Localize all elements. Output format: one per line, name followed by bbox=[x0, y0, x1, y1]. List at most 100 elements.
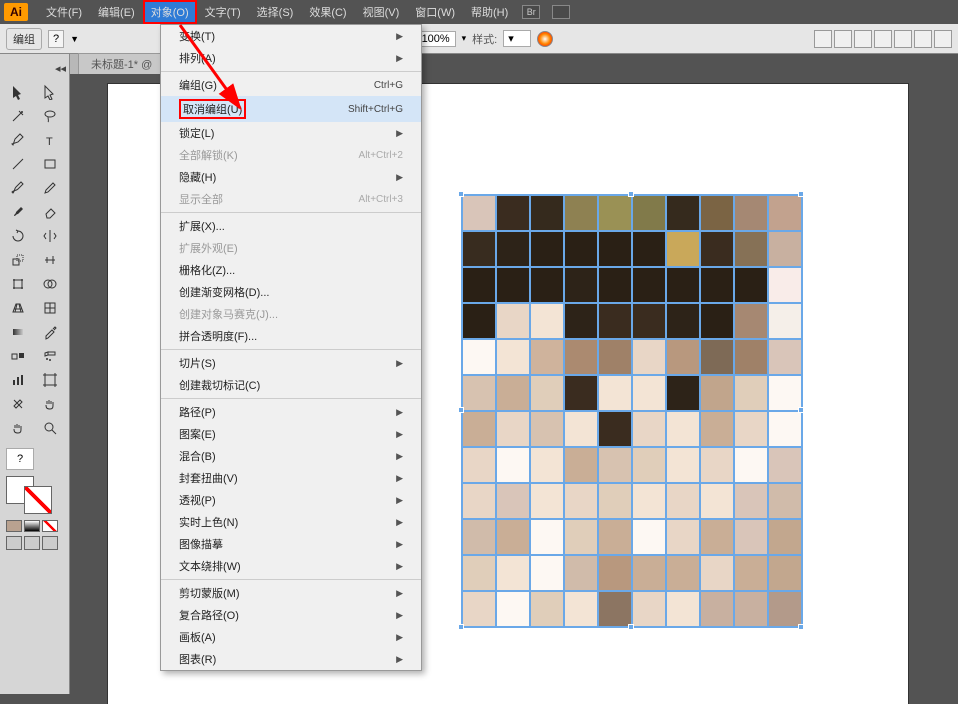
mosaic-cell[interactable] bbox=[564, 339, 598, 375]
rotate-tool[interactable] bbox=[2, 224, 34, 248]
mosaic-cell[interactable] bbox=[598, 555, 632, 591]
artboard-tool[interactable] bbox=[34, 368, 66, 392]
mosaic-cell[interactable] bbox=[734, 375, 768, 411]
mosaic-cell[interactable] bbox=[530, 231, 564, 267]
mosaic-cell[interactable] bbox=[666, 555, 700, 591]
reflect-tool[interactable] bbox=[34, 224, 66, 248]
mosaic-cell[interactable] bbox=[496, 195, 530, 231]
mosaic-cell[interactable] bbox=[666, 195, 700, 231]
mosaic-cell[interactable] bbox=[598, 195, 632, 231]
menu-编辑(E)[interactable]: 编辑(E) bbox=[90, 0, 143, 24]
slice-tool[interactable] bbox=[2, 392, 34, 416]
mosaic-cell[interactable] bbox=[768, 447, 802, 483]
mosaic-cell[interactable] bbox=[598, 231, 632, 267]
mosaic-cell[interactable] bbox=[496, 483, 530, 519]
mosaic-cell[interactable] bbox=[768, 339, 802, 375]
line-tool[interactable] bbox=[2, 152, 34, 176]
mosaic-cell[interactable] bbox=[530, 267, 564, 303]
mosaic-cell[interactable] bbox=[598, 303, 632, 339]
mosaic-cell[interactable] bbox=[666, 411, 700, 447]
none-mode-swatch[interactable] bbox=[42, 520, 58, 532]
mosaic-cell[interactable] bbox=[632, 411, 666, 447]
column-graph-tool[interactable] bbox=[2, 368, 34, 392]
magic-wand-tool[interactable] bbox=[2, 104, 34, 128]
selection-handle[interactable] bbox=[798, 624, 804, 630]
menu-item-透视(P)[interactable]: 透视(P)▶ bbox=[161, 489, 421, 511]
mosaic-cell[interactable] bbox=[700, 411, 734, 447]
full-screen-icon[interactable] bbox=[42, 536, 58, 550]
collapse-icon[interactable]: ◂◂ bbox=[2, 56, 67, 80]
menu-item-创建裁切标记(C)[interactable]: 创建裁切标记(C) bbox=[161, 374, 421, 396]
mosaic-cell[interactable] bbox=[462, 267, 496, 303]
mosaic-cell[interactable] bbox=[530, 375, 564, 411]
mosaic-cell[interactable] bbox=[734, 591, 768, 627]
zoom-tool[interactable] bbox=[34, 416, 66, 440]
menu-item-拼合透明度(F)...[interactable]: 拼合透明度(F)... bbox=[161, 325, 421, 347]
menu-item-取消编组(U)[interactable]: 取消编组(U)Shift+Ctrl+G bbox=[161, 96, 421, 122]
mosaic-cell[interactable] bbox=[734, 339, 768, 375]
mosaic-cell[interactable] bbox=[632, 519, 666, 555]
mosaic-cell[interactable] bbox=[632, 231, 666, 267]
menu-对象(O)[interactable]: 对象(O) bbox=[143, 0, 197, 24]
mosaic-cell[interactable] bbox=[564, 303, 598, 339]
menu-item-剪切蒙版(M)[interactable]: 剪切蒙版(M)▶ bbox=[161, 582, 421, 604]
mosaic-cell[interactable] bbox=[462, 375, 496, 411]
mosaic-cell[interactable] bbox=[564, 411, 598, 447]
mosaic-cell[interactable] bbox=[598, 483, 632, 519]
mosaic-cell[interactable] bbox=[496, 267, 530, 303]
mosaic-cell[interactable] bbox=[768, 375, 802, 411]
mosaic-cell[interactable] bbox=[666, 591, 700, 627]
menu-item-隐藏(H)[interactable]: 隐藏(H)▶ bbox=[161, 166, 421, 188]
mosaic-cell[interactable] bbox=[734, 555, 768, 591]
mosaic-cell[interactable] bbox=[564, 267, 598, 303]
mosaic-cell[interactable] bbox=[496, 231, 530, 267]
mosaic-cell[interactable] bbox=[734, 303, 768, 339]
align-right-icon[interactable] bbox=[854, 30, 872, 48]
menu-item-编组(G)[interactable]: 编组(G)Ctrl+G bbox=[161, 74, 421, 96]
mosaic-cell[interactable] bbox=[530, 303, 564, 339]
align-top-icon[interactable] bbox=[874, 30, 892, 48]
selection-tool[interactable] bbox=[2, 80, 34, 104]
mosaic-cell[interactable] bbox=[734, 267, 768, 303]
free-transform-tool[interactable] bbox=[2, 272, 34, 296]
mosaic-cell[interactable] bbox=[530, 339, 564, 375]
mosaic-cell[interactable] bbox=[632, 375, 666, 411]
rectangle-tool[interactable] bbox=[34, 152, 66, 176]
mosaic-cell[interactable] bbox=[496, 591, 530, 627]
mosaic-cell[interactable] bbox=[462, 411, 496, 447]
selection-handle[interactable] bbox=[798, 407, 804, 413]
mosaic-cell[interactable] bbox=[598, 591, 632, 627]
selection-handle[interactable] bbox=[798, 191, 804, 197]
menu-文件(F)[interactable]: 文件(F) bbox=[38, 0, 90, 24]
mosaic-cell[interactable] bbox=[734, 411, 768, 447]
eraser-tool[interactable] bbox=[34, 200, 66, 224]
hand-tool[interactable] bbox=[34, 392, 66, 416]
mosaic-cell[interactable] bbox=[496, 447, 530, 483]
width-tool[interactable] bbox=[34, 248, 66, 272]
align-center-v-icon[interactable] bbox=[894, 30, 912, 48]
pencil-tool[interactable] bbox=[34, 176, 66, 200]
eyedropper-tool[interactable] bbox=[34, 320, 66, 344]
full-screen-menu-icon[interactable] bbox=[24, 536, 40, 550]
mosaic-cell[interactable] bbox=[632, 303, 666, 339]
blob-brush-tool[interactable] bbox=[2, 200, 34, 224]
mosaic-cell[interactable] bbox=[496, 303, 530, 339]
mosaic-cell[interactable] bbox=[768, 555, 802, 591]
style-dropdown[interactable]: ▾ bbox=[503, 30, 531, 47]
mosaic-cell[interactable] bbox=[700, 303, 734, 339]
mosaic-cell[interactable] bbox=[666, 519, 700, 555]
direct-selection-tool[interactable] bbox=[34, 80, 66, 104]
mosaic-cell[interactable] bbox=[768, 231, 802, 267]
mosaic-cell[interactable] bbox=[462, 555, 496, 591]
dropdown-arrow-icon[interactable]: ▼ bbox=[70, 34, 79, 44]
lasso-tool[interactable] bbox=[34, 104, 66, 128]
mosaic-cell[interactable] bbox=[700, 483, 734, 519]
mosaic-cell[interactable] bbox=[734, 231, 768, 267]
mosaic-cell[interactable] bbox=[666, 447, 700, 483]
print-tiling-tool[interactable] bbox=[2, 416, 34, 440]
mosaic-cell[interactable] bbox=[700, 555, 734, 591]
mosaic-cell[interactable] bbox=[598, 411, 632, 447]
mosaic-cell[interactable] bbox=[530, 591, 564, 627]
mosaic-cell[interactable] bbox=[564, 195, 598, 231]
menu-item-变换(T)[interactable]: 变换(T)▶ bbox=[161, 25, 421, 47]
